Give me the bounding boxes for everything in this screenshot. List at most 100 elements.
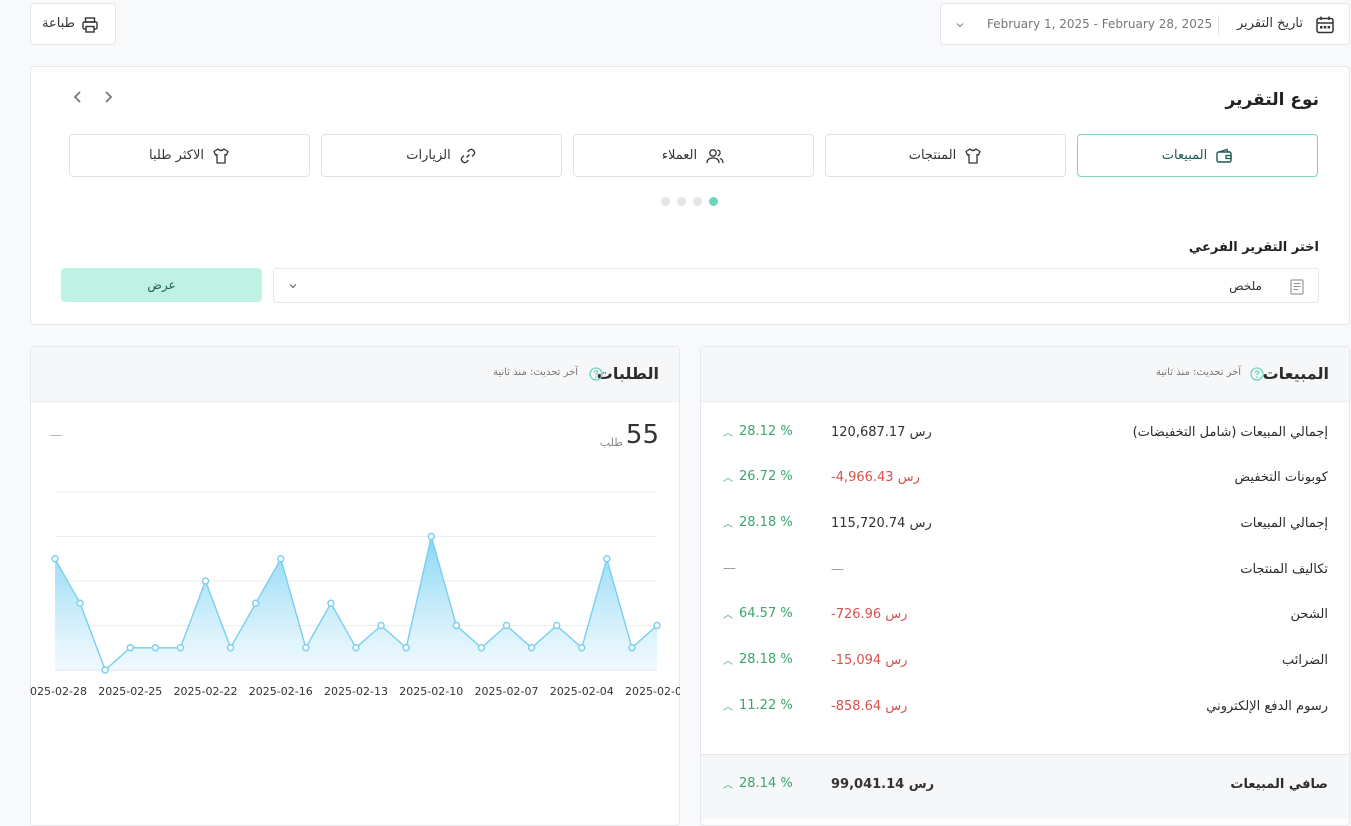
data-point[interactable] [76,599,84,607]
shirt-icon [212,147,230,165]
data-point[interactable] [452,621,461,630]
data-point[interactable] [352,644,360,652]
data-point[interactable] [628,644,636,652]
sales-row-change: ︿ 64.57 % [723,606,793,621]
x-tick-label: 2025-02-07 [475,685,539,698]
net-sales-change: ︿ 28.14 % [723,776,793,791]
data-point[interactable] [226,644,235,652]
orders-unit: طلب [599,436,623,449]
data-point[interactable] [327,599,335,607]
net-sales-percent: 28.14 % [739,776,793,791]
tab-visits[interactable]: الزيارات [321,134,562,177]
pagination-dot-4[interactable] [661,197,670,206]
help-icon[interactable] [1250,367,1264,381]
sales-row-percent: 28.18 % [739,652,793,667]
sales-row-change: ︿ 28.18 % [723,652,793,667]
orders-card-title: الطلبات [596,364,659,383]
orders-card-header [31,347,679,402]
users-icon [705,147,725,165]
sales-row-label: الضرائب [1281,653,1328,668]
tab-most-ordered[interactable]: الاكثر طلبا [69,134,310,177]
tab-sales[interactable]: المبيعات [1077,134,1318,177]
sales-row-amount: -4,966.43 رس [831,470,920,485]
help-icon[interactable] [589,367,603,381]
print-button[interactable]: طباعة [30,3,116,45]
x-tick-label: 2025-02-22 [174,685,238,698]
sales-row-amount: -15,094 رس [831,653,908,668]
data-point[interactable] [578,644,586,652]
sales-row-percent: 28.12 % [739,424,793,439]
sales-row-percent: 11.22 % [739,698,793,713]
date-range-value: February 1, 2025 - February 28, 2025 [987,17,1213,31]
sales-row-change: ︿ 26.72 % [723,469,793,484]
data-point[interactable] [201,577,210,585]
tab-label: الزيارات [406,148,451,163]
pagination-dot-2[interactable] [693,197,702,206]
data-point[interactable] [477,644,486,652]
tab-label: المبيعات [1161,148,1208,163]
data-point[interactable] [552,621,561,630]
sales-row-percent: 28.18 % [739,515,793,530]
data-point[interactable] [603,555,611,563]
link-icon [459,147,477,165]
pagination-dot-3[interactable] [677,197,686,206]
printer-icon [81,16,99,34]
show-button[interactable]: عرض [61,268,262,302]
x-tick-label: 2025-02-13 [324,685,388,698]
tab-label: الاكثر طلبا [149,148,204,163]
sales-row: كوبونات التخفيض -4,966.43 رس ︿ 26.72 % [701,456,1349,501]
sales-row: رسوم الدفع الإلكتروني -858.64 رس ︿ 11.22 … [701,685,1349,730]
date-range-picker[interactable]: تاريخ التقرير February 1, 2025 - Februar… [940,3,1350,45]
chevron-left-icon[interactable] [70,89,86,105]
x-tick-label: 2025-02-04 [550,685,614,698]
x-tick-label: 2025-02-10 [399,685,463,698]
data-point[interactable] [176,644,185,652]
sales-row-percent: 64.57 % [739,606,793,621]
data-point[interactable] [51,555,59,563]
arrow-up-icon: ︿ [723,702,733,713]
sales-row-amount: — [831,562,844,577]
data-point[interactable] [251,599,260,607]
sub-report-select[interactable]: ملخص [273,268,1319,303]
data-point[interactable] [527,644,536,652]
tab-label: العملاء [661,148,698,163]
tab-label: المنتجات [908,148,957,163]
sales-row: الشحن -726.96 رس ︿ 64.57 % [701,593,1349,638]
arrow-up-icon: ︿ [723,656,733,667]
arrow-up-icon: ︿ [723,473,733,484]
tab-products[interactable]: المنتجات [825,134,1066,177]
sales-row-change: — [723,561,736,576]
orders-chart: 2025-02-28 2025-02-25 2025-02-22 2025-02-16… [30,491,680,698]
sales-row: إجمالي المبيعات 115,720.74 رس ︿ 28.18 % [701,502,1349,547]
tab-customers[interactable]: العملاء [573,134,814,177]
sales-row-change: ︿ 28.12 % [723,424,793,439]
arrow-up-icon: ︿ [723,519,733,530]
divider [1218,15,1219,35]
chevron-right-icon[interactable] [100,89,116,105]
orders-updated-text: آخر تحديث: منذ ثانية [493,367,579,378]
data-point[interactable] [126,644,134,652]
sales-row-percent: 26.72 % [739,469,793,484]
data-point[interactable] [151,644,160,652]
sales-row-label: إجمالي المبيعات [1240,516,1328,531]
data-point[interactable] [653,621,661,630]
sales-row: الضرائب -15,094 رس ︿ 28.18 % [701,639,1349,684]
data-point[interactable] [101,666,109,674]
sales-row-label: الشحن [1290,607,1328,622]
net-sales-amount: 99,041.14 رس [831,777,935,792]
pagination-dot-1[interactable] [709,197,718,206]
x-tick-label: 2025-02-28 [30,685,87,698]
sales-updated-text: آخر تحديث: منذ ثانية [1156,367,1242,378]
data-point[interactable] [402,644,410,652]
arrow-up-icon: ︿ [723,780,733,791]
data-point[interactable] [502,621,511,630]
sales-row-percent: — [723,561,736,576]
orders-total: 55 [625,420,659,450]
data-point[interactable] [377,621,385,630]
sales-row-change: ︿ 28.18 % [723,515,793,530]
sales-row-amount: -858.64 رس [831,699,908,714]
data-point[interactable] [427,532,435,541]
sales-row-change: ︿ 11.22 % [723,698,793,713]
data-point[interactable] [277,555,285,563]
data-point[interactable] [302,644,310,652]
